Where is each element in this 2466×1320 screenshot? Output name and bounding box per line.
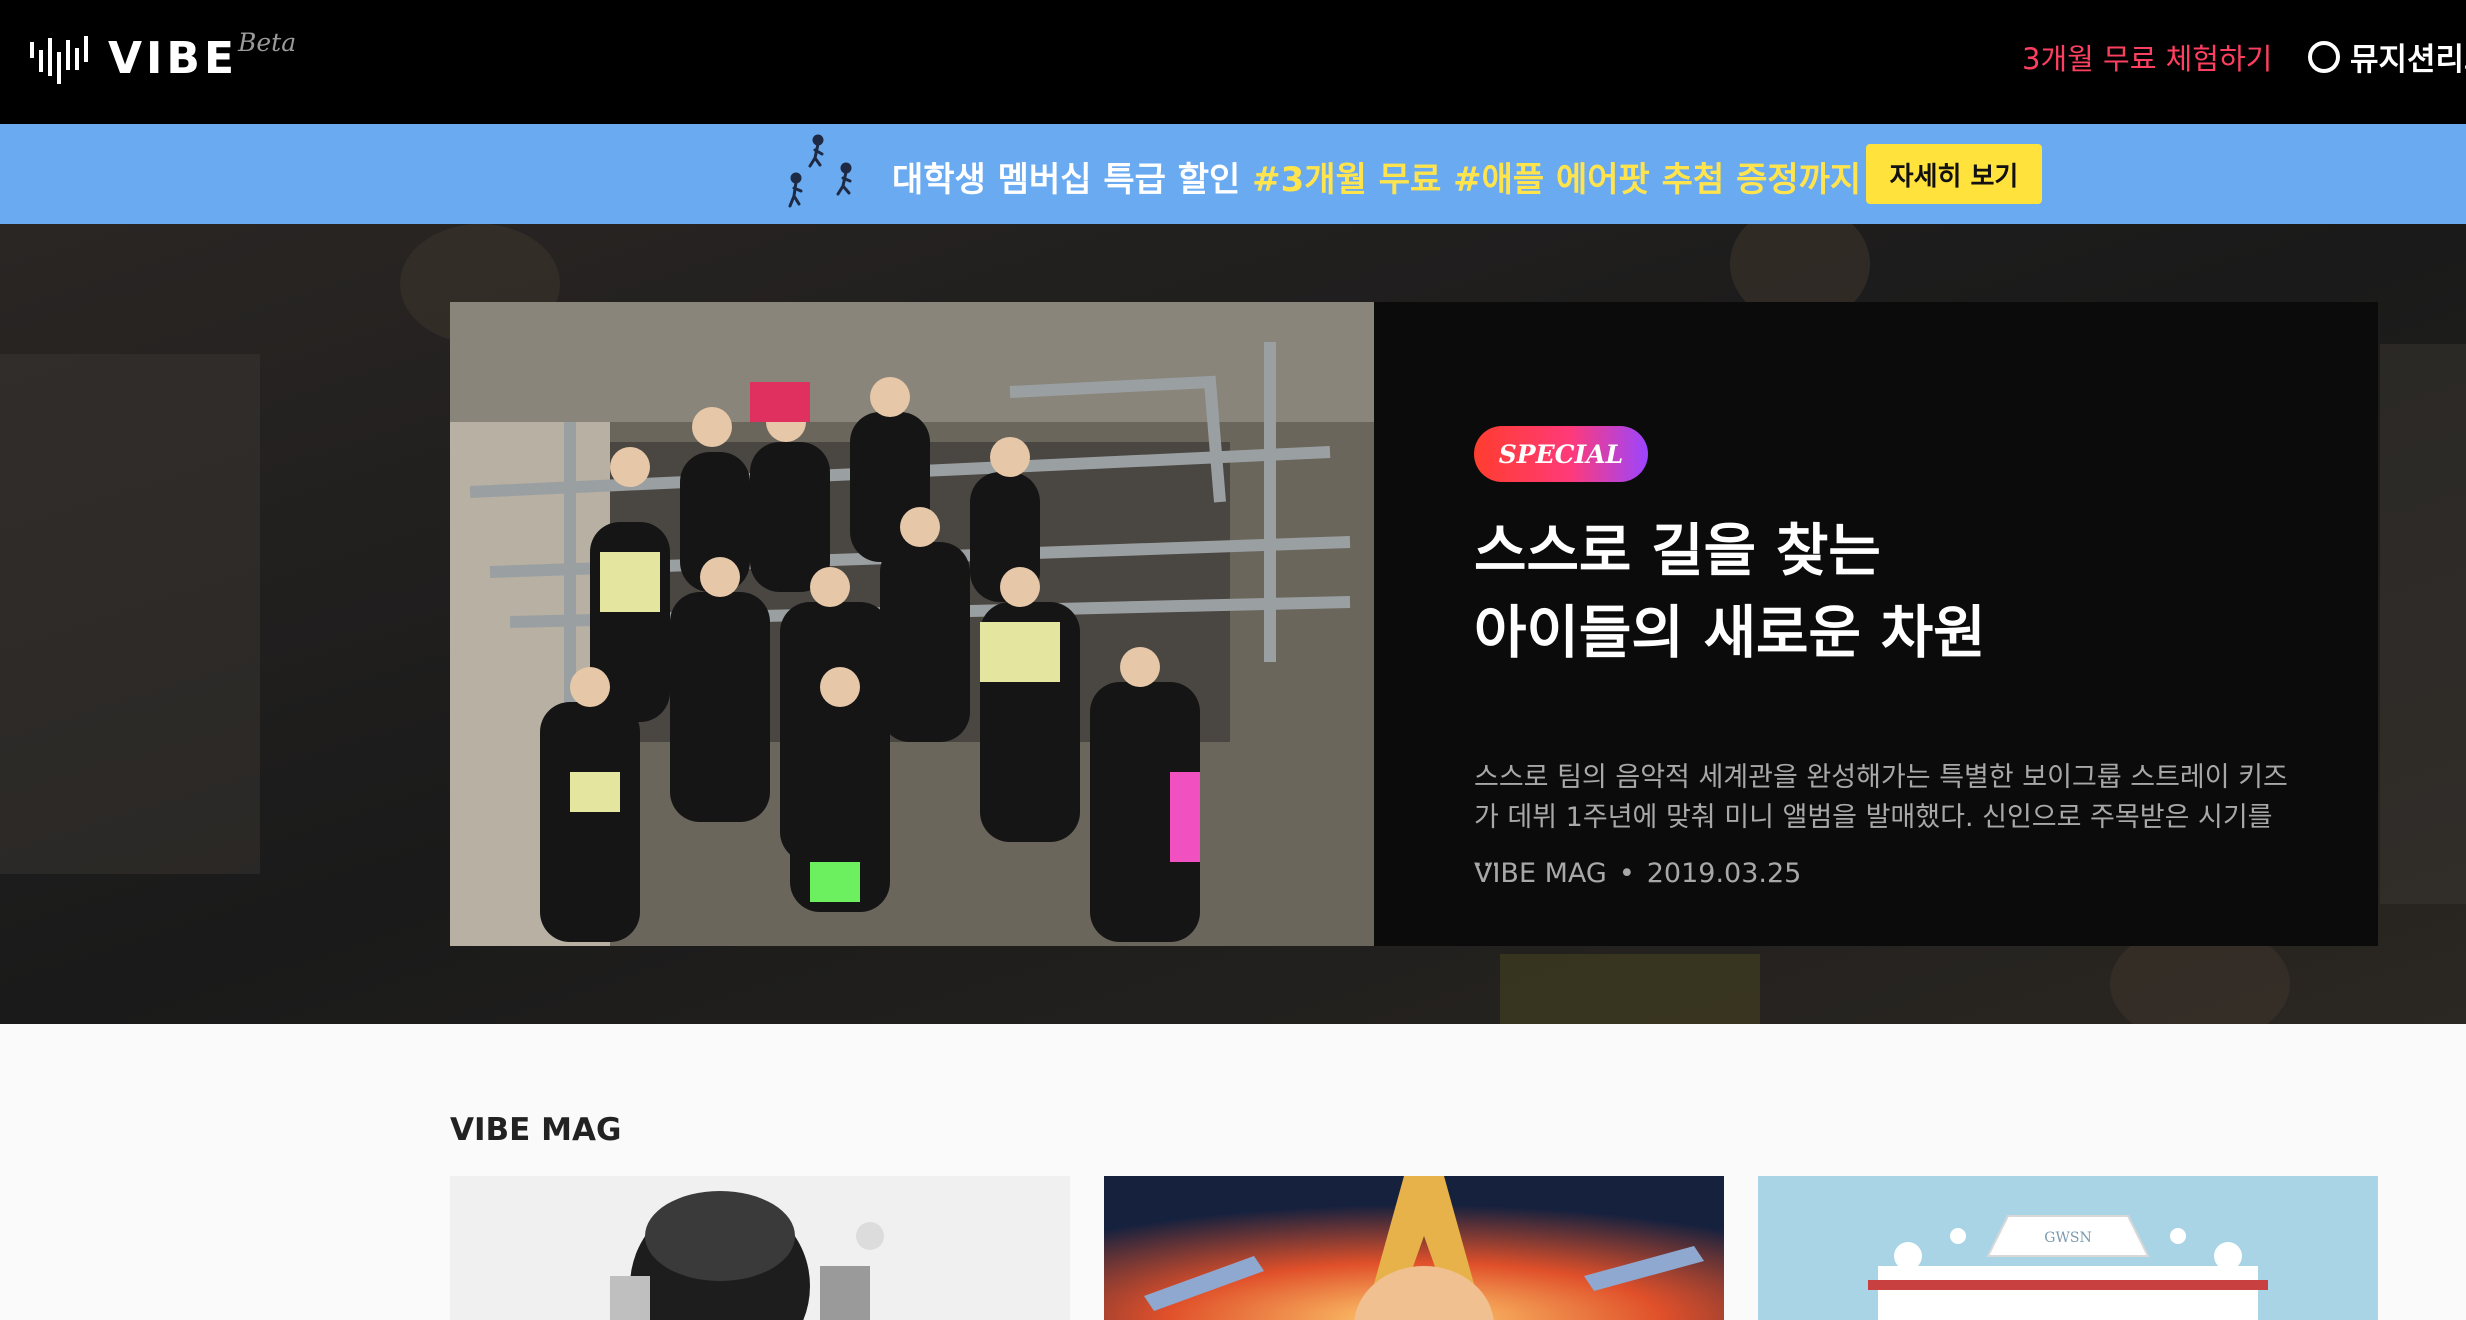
circle-icon [2308, 40, 2340, 73]
mag-thumbnail[interactable] [1104, 1176, 1724, 1320]
feature-meta: VIBE MAG • 2019.03.25 [1474, 858, 1801, 889]
running-students-icon [788, 134, 852, 208]
promo-text: 대학생 멤버십 특급 할인 #3개월 무료 #애플 에어팟 추첨 증정까지! [892, 152, 1877, 201]
feature-title-line2: 아이들의 새로운 차원 [1474, 600, 1986, 666]
musician-league-link[interactable]: 뮤지션리그 [2308, 34, 2466, 79]
mag-thumbnail[interactable]: GWSN [1758, 1176, 2378, 1320]
feature-group-photo[interactable] [450, 302, 1374, 946]
feature-card[interactable]: SPECIAL 스스로 길을 찾는 아이들의 새로운 차원 스스로 팀의 음악적… [450, 302, 2378, 946]
musician-league-label: 뮤지션리그 [2350, 42, 2466, 78]
mag-thumbnail[interactable] [450, 1176, 1070, 1320]
free-trial-link[interactable]: 3개월 무료 체험하기 [2022, 36, 2272, 78]
featured-hero: SPECIAL 스스로 길을 찾는 아이들의 새로운 차원 스스로 팀의 음악적… [0, 224, 2466, 1024]
waveform-logo-icon [30, 36, 88, 84]
feature-title-line1: 스스로 길을 찾는 [1474, 518, 1881, 584]
logo-beta-label: Beta [238, 28, 297, 57]
special-badge: SPECIAL [1474, 426, 1648, 482]
feature-title[interactable]: 스스로 길을 찾는 아이들의 새로운 차원 [1474, 510, 2294, 674]
feature-date: 2019.03.25 [1646, 858, 1802, 889]
vibe-logo[interactable]: VIBE Beta [30, 28, 296, 86]
promo-main-text: 대학생 멤버십 특급 할인 [892, 160, 1241, 200]
promo-tag-airpods: #애플 에어팟 추첨 증정까지! [1453, 160, 1877, 200]
vibe-mag-heading: VIBE MAG [450, 1112, 622, 1148]
promo-banner[interactable]: 대학생 멤버십 특급 할인 #3개월 무료 #애플 에어팟 추첨 증정까지! 자… [0, 124, 2466, 224]
feature-description-line1: 스스로 팀의 음악적 세계관을 완성해가는 특별한 보이그룹 스트레이 키즈 [1474, 762, 2288, 793]
top-header: VIBE Beta 3개월 무료 체험하기 뮤지션리그 [0, 0, 2466, 124]
see-details-button[interactable]: 자세히 보기 [1866, 144, 2042, 204]
mag-thumbnail-image: GWSN [1758, 1176, 2378, 1320]
mag-thumbnail-image [1104, 1176, 1724, 1320]
promo-tag-free: #3개월 무료 [1252, 160, 1442, 200]
feature-source: VIBE MAG [1474, 858, 1607, 889]
meta-separator-dot: • [1618, 858, 1635, 889]
mag-thumbnail-image [450, 1176, 1070, 1320]
logo-text: VIBE [108, 32, 239, 84]
gwsn-sign-text: GWSN [2044, 1230, 2091, 1246]
